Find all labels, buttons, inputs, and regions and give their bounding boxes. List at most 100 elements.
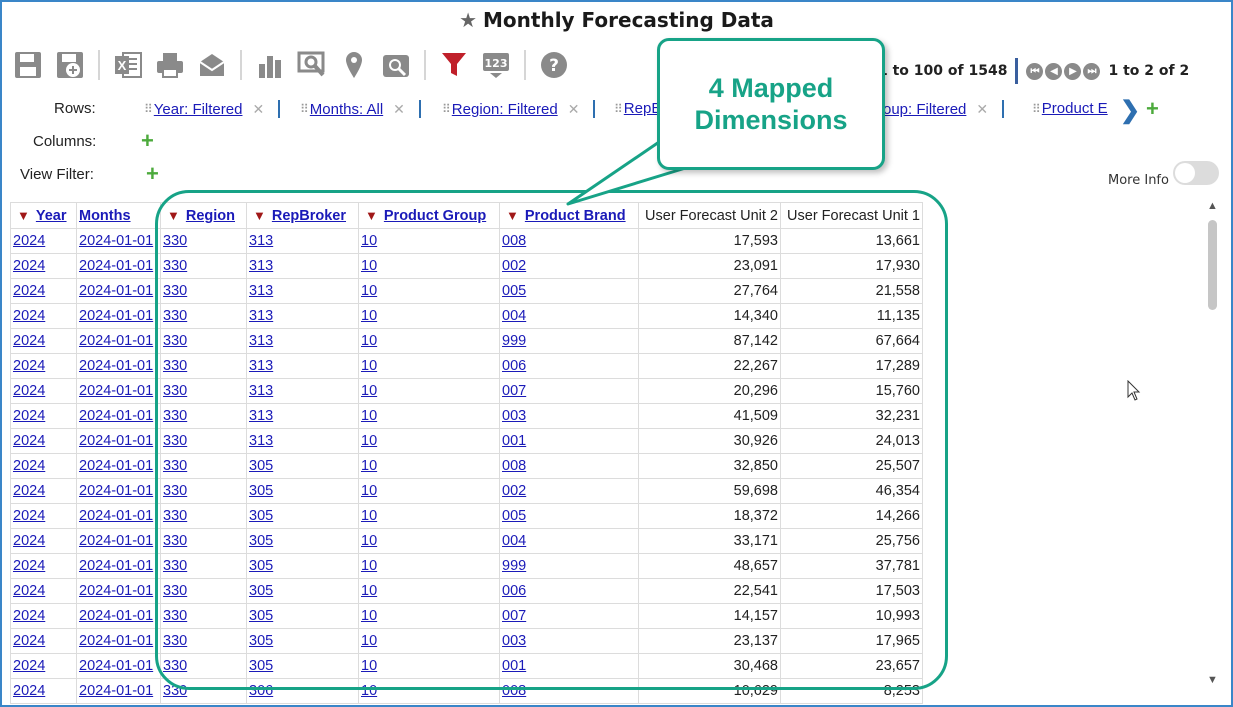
table-cell[interactable]: 305 [246, 628, 359, 654]
cell-link[interactable]: 305 [249, 533, 273, 549]
drag-handle-icon[interactable]: ⠿ [1032, 102, 1041, 116]
cell-link[interactable]: 10 [361, 633, 377, 649]
scroll-right-chevron-icon[interactable]: ❯ [1120, 96, 1140, 125]
help-icon[interactable]: ? [538, 49, 570, 81]
cell-link[interactable]: 004 [502, 533, 526, 549]
table-cell[interactable]: 10 [358, 278, 500, 304]
table-cell[interactable]: 2024 [10, 653, 77, 679]
cell-link[interactable]: 330 [163, 633, 187, 649]
first-page-icon[interactable]: ⏮ [1026, 62, 1044, 80]
cell-link[interactable]: 2024-01-01 [79, 258, 153, 274]
table-cell[interactable]: 2024-01-01 [76, 678, 161, 704]
vertical-scrollbar[interactable]: ▲ ▼ [1205, 200, 1221, 690]
cell-link[interactable]: 2024-01-01 [79, 283, 153, 299]
row-dim-product-group[interactable]: roup: Filtered ✕ [878, 100, 1005, 118]
table-cell[interactable]: 007 [499, 378, 639, 404]
table-cell[interactable]: 313 [246, 353, 359, 379]
table-cell[interactable]: 313 [246, 253, 359, 279]
scroll-down-arrow-icon[interactable]: ▼ [1207, 674, 1218, 686]
cell-link[interactable]: 305 [249, 483, 273, 499]
cell-link[interactable]: 330 [163, 333, 187, 349]
table-cell[interactable]: 008 [499, 228, 639, 254]
table-cell[interactable]: 305 [246, 478, 359, 504]
cell-link[interactable]: 330 [163, 508, 187, 524]
cell-link[interactable]: 002 [502, 483, 526, 499]
cell-link[interactable]: 10 [361, 308, 377, 324]
row-dim-label[interactable]: Months: All [310, 101, 383, 118]
cell-link[interactable]: 2024 [13, 608, 45, 624]
row-dim-label[interactable]: roup: Filtered [878, 101, 966, 118]
cell-link[interactable]: 2024-01-01 [79, 633, 153, 649]
table-cell[interactable]: 003 [499, 628, 639, 654]
scroll-up-arrow-icon[interactable]: ▲ [1207, 200, 1218, 212]
col-header-months[interactable]: Months [76, 202, 161, 229]
cell-link[interactable]: 10 [361, 358, 377, 374]
cell-link[interactable]: 2024 [13, 483, 45, 499]
table-cell[interactable]: 007 [499, 603, 639, 629]
cell-link[interactable]: 2024-01-01 [79, 558, 153, 574]
col-header-region[interactable]: ▼ Region [160, 202, 247, 229]
cell-link[interactable]: 10 [361, 408, 377, 424]
table-cell[interactable]: 2024 [10, 303, 77, 329]
table-cell[interactable]: 305 [246, 453, 359, 479]
table-cell[interactable]: 313 [246, 428, 359, 454]
cell-link[interactable]: 313 [249, 358, 273, 374]
cell-link[interactable]: 2024 [13, 383, 45, 399]
cell-link[interactable]: 2024-01-01 [79, 508, 153, 524]
table-cell[interactable]: 2024 [10, 628, 77, 654]
cell-link[interactable]: 006 [502, 358, 526, 374]
table-cell[interactable]: 313 [246, 328, 359, 354]
table-cell[interactable]: 2024-01-01 [76, 628, 161, 654]
scroll-thumb[interactable] [1208, 220, 1217, 310]
cell-link[interactable]: 330 [163, 258, 187, 274]
table-cell[interactable]: 003 [499, 403, 639, 429]
table-cell[interactable]: 2024-01-01 [76, 278, 161, 304]
search-icon[interactable] [296, 49, 328, 81]
table-cell[interactable]: 313 [246, 403, 359, 429]
cell-link[interactable]: 305 [249, 608, 273, 624]
cell-link[interactable]: 10 [361, 683, 377, 699]
col-header-product-group[interactable]: ▼ Product Group [358, 202, 500, 229]
cell-link[interactable]: 313 [249, 258, 273, 274]
table-cell[interactable]: 004 [499, 303, 639, 329]
table-cell[interactable]: 330 [160, 253, 247, 279]
table-cell[interactable]: 002 [499, 253, 639, 279]
table-cell[interactable]: 306 [246, 678, 359, 704]
table-cell[interactable]: 2024 [10, 228, 77, 254]
cell-link[interactable]: 330 [163, 583, 187, 599]
filter-icon[interactable]: ▼ [253, 208, 266, 223]
drag-handle-icon[interactable]: ⠿ [442, 102, 451, 116]
table-cell[interactable]: 330 [160, 653, 247, 679]
col-header-link[interactable]: Months [79, 208, 131, 224]
cell-link[interactable]: 2024-01-01 [79, 608, 153, 624]
cell-link[interactable]: 10 [361, 458, 377, 474]
table-cell[interactable]: 2024-01-01 [76, 403, 161, 429]
number-format-icon[interactable]: 123 [480, 49, 512, 81]
table-cell[interactable]: 330 [160, 678, 247, 704]
cell-link[interactable]: 999 [502, 333, 526, 349]
table-cell[interactable]: 2024-01-01 [76, 303, 161, 329]
cell-link[interactable]: 330 [163, 608, 187, 624]
table-cell[interactable]: 330 [160, 453, 247, 479]
table-cell[interactable]: 330 [160, 553, 247, 579]
cell-link[interactable]: 330 [163, 358, 187, 374]
table-cell[interactable]: 006 [499, 353, 639, 379]
table-cell[interactable]: 10 [358, 453, 500, 479]
table-cell[interactable]: 2024 [10, 403, 77, 429]
chart-icon[interactable] [254, 49, 286, 81]
cell-link[interactable]: 2024 [13, 458, 45, 474]
cell-link[interactable]: 2024 [13, 683, 45, 699]
cell-link[interactable]: 330 [163, 683, 187, 699]
table-cell[interactable]: 2024-01-01 [76, 253, 161, 279]
table-cell[interactable]: 2024-01-01 [76, 478, 161, 504]
table-cell[interactable]: 2024 [10, 428, 77, 454]
table-cell[interactable]: 330 [160, 628, 247, 654]
cell-link[interactable]: 2024 [13, 508, 45, 524]
table-cell[interactable]: 008 [499, 678, 639, 704]
map-pin-icon[interactable] [338, 49, 370, 81]
cell-link[interactable]: 2024 [13, 283, 45, 299]
table-cell[interactable]: 2024-01-01 [76, 428, 161, 454]
table-cell[interactable]: 2024 [10, 578, 77, 604]
table-cell[interactable]: 305 [246, 578, 359, 604]
table-cell[interactable]: 10 [358, 378, 500, 404]
